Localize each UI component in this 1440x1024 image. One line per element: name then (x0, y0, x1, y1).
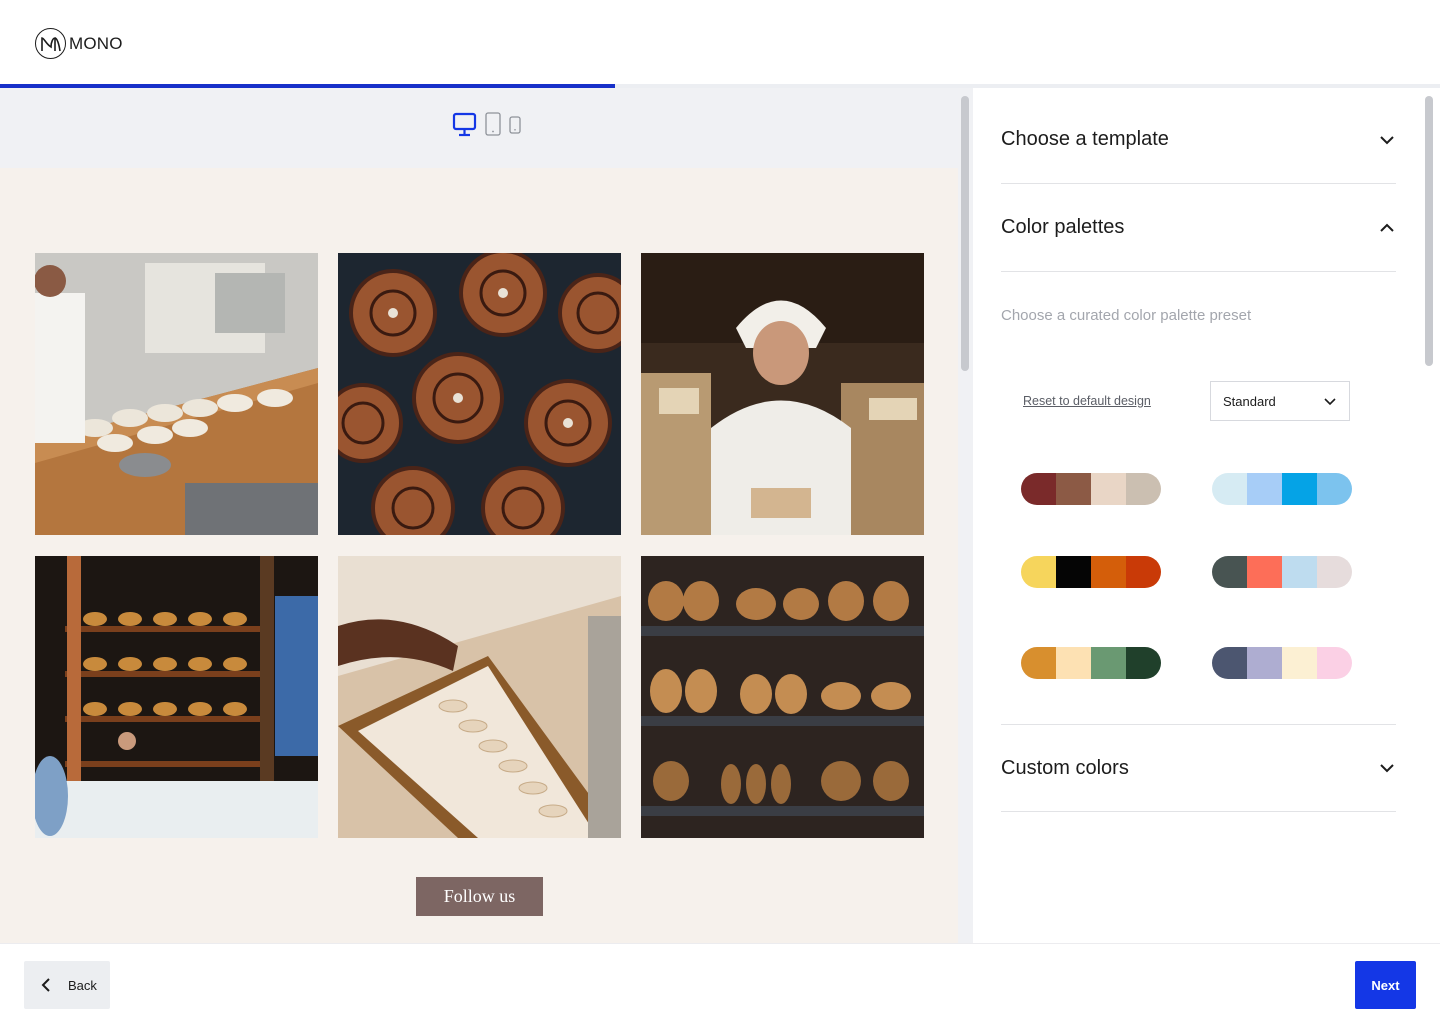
photo-bakers-kneading-dough (35, 253, 318, 535)
brand-name: MONO (69, 33, 123, 53)
palette-swatch-3[interactable] (1021, 556, 1161, 588)
chevron-down-icon[interactable] (1378, 759, 1396, 777)
palette-color-1 (1212, 556, 1247, 588)
palette-color-4 (1317, 556, 1352, 588)
select-value: Standard (1223, 393, 1276, 409)
palette-color-2 (1247, 473, 1282, 505)
preview-scrollbar[interactable] (958, 88, 973, 943)
brand-logo[interactable]: MONO (35, 28, 123, 59)
palette-color-3 (1282, 647, 1317, 679)
photo-bread-shelves (641, 556, 924, 838)
palette-color-4 (1317, 473, 1352, 505)
palette-color-1 (1021, 473, 1056, 505)
panel-scrollbar[interactable] (1425, 96, 1435, 366)
desktop-icon[interactable] (452, 112, 477, 138)
palette-swatch-4[interactable] (1212, 556, 1352, 588)
accordion-choose-template[interactable]: Choose a template (1001, 96, 1396, 184)
logo-m-glyph (40, 36, 61, 51)
next-button[interactable]: Next (1355, 961, 1416, 1009)
palette-swatch-6[interactable] (1212, 647, 1352, 679)
palette-color-1 (1021, 556, 1056, 588)
photo-shaping-pastries (338, 556, 621, 838)
device-toggle (452, 112, 521, 138)
palette-style-select[interactable]: Standard (1210, 381, 1350, 421)
palette-color-2 (1247, 556, 1282, 588)
back-label: Back (68, 977, 97, 993)
palettes-subtitle: Choose a curated color palette preset (1001, 307, 1252, 324)
device-toggle-bar (0, 88, 958, 168)
accordion-color-palettes[interactable]: Color palettes (1001, 184, 1396, 272)
palette-color-3 (1091, 647, 1126, 679)
chevron-down-icon (1324, 398, 1336, 406)
palette-color-4 (1126, 473, 1161, 505)
design-panel: Choose a template Color palettes Choose … (973, 88, 1440, 943)
accordion-custom-colors[interactable]: Custom colors (1001, 724, 1396, 812)
chevron-down-icon[interactable] (1378, 131, 1396, 149)
chevron-left-icon (41, 978, 50, 992)
palette-swatch-2[interactable] (1212, 473, 1352, 505)
tablet-icon[interactable] (485, 112, 501, 136)
palette-color-2 (1247, 647, 1282, 679)
photo-baker-in-headscarf (641, 253, 924, 535)
palette-color-4 (1126, 647, 1161, 679)
palette-color-3 (1091, 556, 1126, 588)
photo-cinnamon-rolls (338, 253, 621, 535)
photo-bakery-shelves (35, 556, 318, 838)
palette-color-1 (1021, 647, 1056, 679)
preview-scrollbar-thumb[interactable] (961, 96, 969, 371)
reset-default-link[interactable]: Reset to default design (1023, 394, 1151, 408)
logo-mark-icon (35, 28, 66, 59)
follow-us-button[interactable]: Follow us (416, 877, 543, 916)
palette-color-2 (1056, 647, 1091, 679)
palette-color-2 (1056, 473, 1091, 505)
chevron-up-icon[interactable] (1378, 219, 1396, 237)
palette-color-3 (1282, 473, 1317, 505)
palette-swatch-1[interactable] (1021, 473, 1161, 505)
footer: Back Next (0, 943, 1440, 1024)
palette-color-3 (1091, 473, 1126, 505)
mobile-icon[interactable] (509, 116, 521, 134)
accordion-title: Choose a template (1001, 128, 1169, 150)
accordion-title: Custom colors (1001, 756, 1129, 779)
back-button[interactable]: Back (24, 961, 110, 1009)
panel-scrollbar-thumb[interactable] (1425, 96, 1433, 366)
palette-swatch-5[interactable] (1021, 647, 1161, 679)
palette-color-1 (1212, 473, 1247, 505)
site-preview: Follow us (0, 88, 958, 943)
palette-color-4 (1317, 647, 1352, 679)
header: MONO (0, 0, 1440, 84)
palette-color-4 (1126, 556, 1161, 588)
palette-color-1 (1212, 647, 1247, 679)
palette-color-3 (1282, 556, 1317, 588)
palette-color-2 (1056, 556, 1091, 588)
accordion-title: Color palettes (1001, 216, 1125, 238)
